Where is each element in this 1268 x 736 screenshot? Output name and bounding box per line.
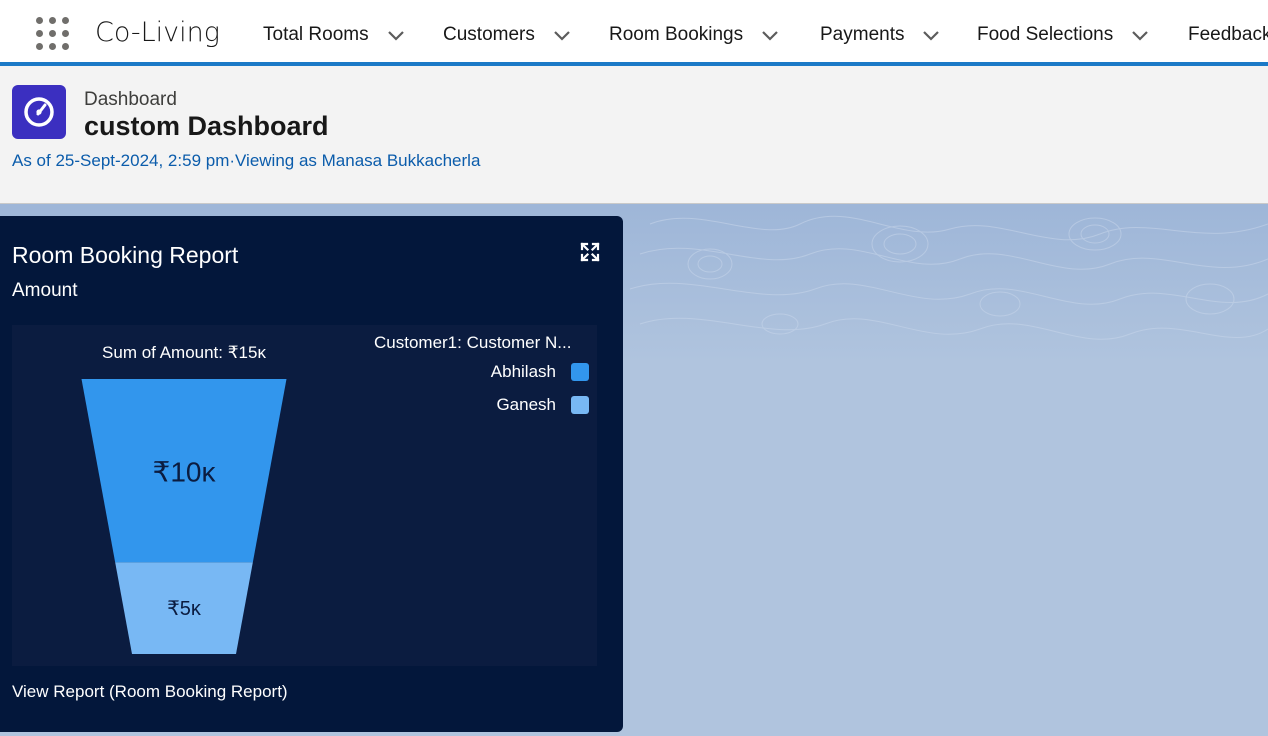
nav-item-customers[interactable]: Customers	[443, 22, 572, 48]
nav-item-label: Total Rooms	[263, 24, 369, 45]
chevron-down-icon[interactable]	[760, 25, 780, 45]
page-header: Dashboard custom Dashboard As of 25-Sept…	[0, 66, 1268, 204]
card-subtitle: Amount	[12, 280, 78, 301]
card-title: Room Booking Report	[12, 242, 239, 268]
legend-swatch	[571, 396, 589, 414]
dashboard-gauge-icon	[12, 85, 66, 139]
nav-item-feedback[interactable]: Feedback	[1188, 22, 1268, 48]
legend-swatch	[571, 363, 589, 381]
nav-item-label: Room Bookings	[609, 24, 744, 45]
nav-item-label: Food Selections	[977, 24, 1114, 45]
nav-item-label: Feedback	[1188, 24, 1268, 45]
app-name: Co-Living	[95, 17, 220, 48]
global-nav-bar: Co-Living Total Rooms Customers Room Boo…	[0, 0, 1268, 66]
nav-item-total-rooms[interactable]: Total Rooms	[263, 22, 406, 48]
chevron-down-icon[interactable]	[386, 25, 406, 45]
page-title: custom Dashboard	[84, 111, 329, 141]
as-of-timestamp: As of 25-Sept-2024, 2:59 pm·Viewing as M…	[12, 151, 481, 170]
nav-item-label: Payments	[820, 24, 905, 45]
dashboard-component-card: Room Booking Report Amount Sum of Amount…	[0, 216, 623, 732]
app-launcher-icon[interactable]	[36, 17, 70, 51]
legend-label: Ganesh	[496, 395, 556, 414]
nav-item-payments[interactable]: Payments	[820, 22, 941, 48]
chevron-down-icon[interactable]	[921, 25, 941, 45]
legend-item-ganesh[interactable]: Ganesh	[496, 395, 589, 415]
funnel-chart-svg: Sum of Amount: ₹15ĸ ₹10ĸ ₹5ĸ	[81, 343, 287, 654]
chevron-down-icon[interactable]	[1130, 25, 1150, 45]
view-report-link[interactable]: View Report (Room Booking Report)	[12, 682, 288, 702]
funnel-data-label: ₹10ĸ	[153, 457, 217, 488]
legend-item-abhilash[interactable]: Abhilash	[491, 362, 589, 382]
nav-item-room-bookings[interactable]: Room Bookings	[609, 22, 780, 48]
nav-item-label: Customers	[443, 24, 535, 45]
chevron-down-icon[interactable]	[552, 25, 572, 45]
legend-label: Abhilash	[490, 362, 556, 381]
funnel-data-label: ₹5ĸ	[167, 598, 202, 620]
legend-title: Customer1: Customer N...	[374, 333, 572, 352]
breadcrumb: Dashboard	[84, 89, 177, 110]
nav-item-food-selections[interactable]: Food Selections	[977, 22, 1150, 48]
chart-title: Sum of Amount: ₹15ĸ	[102, 343, 266, 362]
funnel-chart: Sum of Amount: ₹15ĸ ₹10ĸ ₹5ĸ Customer1: C…	[12, 325, 597, 666]
expand-icon[interactable]	[580, 242, 600, 262]
